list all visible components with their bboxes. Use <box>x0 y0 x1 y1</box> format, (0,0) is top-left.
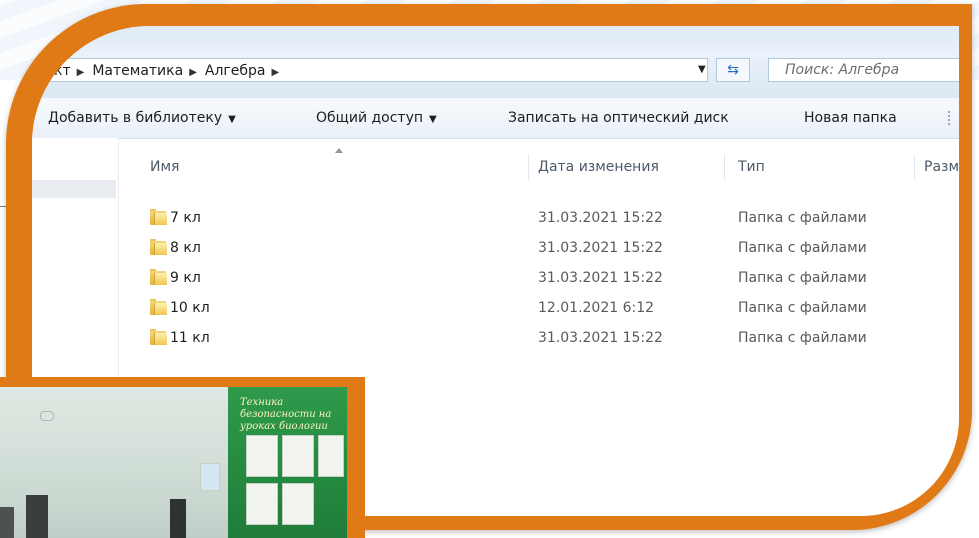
breadcrumb-item-algebra[interactable]: Алгебра <box>205 63 266 79</box>
column-headers: Имя Дата изменения Тип Разм <box>118 138 959 180</box>
poster <box>246 483 278 525</box>
address-bar-area: кт ▶ Математика ▶ Алгебра ▶ ▼ ⇆ Поиск: Алгебр… <box>32 26 959 98</box>
list-item[interactable]: 8 кл 31.03.2021 15:22 Папка с файлами <box>118 236 959 260</box>
search-input[interactable]: Поиск: Алгебра <box>768 58 959 82</box>
poster <box>282 483 314 525</box>
door-left <box>26 495 48 538</box>
burn-disc-button[interactable]: Записать на оптический диск <box>508 109 729 127</box>
file-date: 31.03.2021 15:22 <box>538 210 663 226</box>
new-folder-button[interactable]: Новая папка <box>804 109 897 127</box>
door-right <box>170 499 186 538</box>
poster <box>246 435 278 477</box>
file-type: Папка с файлами <box>738 210 867 226</box>
file-date: 31.03.2021 15:22 <box>538 330 663 346</box>
refresh-icon[interactable]: ⇆ <box>716 58 750 82</box>
classroom-photo: Техника безопасности на уроках биологии <box>0 387 347 538</box>
toolbar-overflow-handle[interactable] <box>948 111 956 125</box>
file-type: Папка с файлами <box>738 300 867 316</box>
file-type: Папка с файлами <box>738 330 867 346</box>
column-header-type[interactable]: Тип <box>738 158 765 176</box>
add-to-library-label: Добавить в библиотеку <box>48 110 223 126</box>
list-item[interactable]: 11 кл 31.03.2021 15:22 Папка с файлами <box>118 326 959 350</box>
folder-icon <box>150 299 167 315</box>
add-to-library-button[interactable]: Добавить в библиотеку ▼ <box>48 109 236 129</box>
folder-icon <box>150 239 167 255</box>
file-date: 31.03.2021 15:22 <box>538 240 663 256</box>
camera-icon <box>40 411 54 421</box>
chevron-down-icon: ▼ <box>429 114 437 125</box>
list-item[interactable]: 7 кл 31.03.2021 15:22 Папка с файлами <box>118 206 959 230</box>
poster <box>282 435 314 477</box>
file-name: 8 кл <box>170 240 201 256</box>
breadcrumb-item-root[interactable]: кт <box>54 63 71 79</box>
file-name: 11 кл <box>170 330 210 346</box>
photo-frame: Техника безопасности на уроках биологии <box>0 377 365 538</box>
dropdown-arrow-icon[interactable]: ▼ <box>698 64 708 76</box>
column-divider[interactable] <box>914 154 915 180</box>
sort-arrow-icon <box>335 148 343 153</box>
file-type: Папка с файлами <box>738 240 867 256</box>
new-folder-label: Новая папка <box>804 110 897 126</box>
file-date: 31.03.2021 15:22 <box>538 270 663 286</box>
column-divider[interactable] <box>528 154 529 180</box>
nav-selected-item[interactable] <box>32 180 116 198</box>
poster <box>200 463 220 491</box>
file-type: Папка с файлами <box>738 270 867 286</box>
chevron-down-icon: ▼ <box>228 114 236 125</box>
photo-shadow <box>0 507 14 538</box>
column-header-date[interactable]: Дата изменения <box>538 158 659 176</box>
file-name: 9 кл <box>170 270 201 286</box>
column-header-size[interactable]: Разм <box>924 158 959 176</box>
breadcrumb-arrow-icon[interactable]: ▶ <box>271 67 279 78</box>
file-name: 7 кл <box>170 210 201 226</box>
toolbar: Добавить в библиотеку ▼ Общий доступ ▼ Зап… <box>32 98 959 139</box>
folder-icon <box>150 329 167 345</box>
folder-icon <box>150 209 167 225</box>
breadcrumb[interactable]: кт ▶ Математика ▶ Алгебра ▶ <box>32 58 708 82</box>
poster <box>318 435 344 477</box>
burn-disc-label: Записать на оптический диск <box>508 110 729 126</box>
file-name: 10 кл <box>170 300 210 316</box>
share-label: Общий доступ <box>316 110 424 126</box>
board-title: Техника безопасности на уроках биологии <box>240 397 332 432</box>
share-button[interactable]: Общий доступ ▼ <box>316 109 437 129</box>
column-divider[interactable] <box>724 154 725 180</box>
breadcrumb-arrow-icon[interactable]: ▶ <box>189 67 197 78</box>
breadcrumb-arrow-icon[interactable]: ▶ <box>77 67 85 78</box>
breadcrumb-item-math[interactable]: Математика <box>92 63 183 79</box>
file-date: 12.01.2021 6:12 <box>538 300 655 316</box>
list-item[interactable]: 9 кл 31.03.2021 15:22 Папка с файлами <box>118 266 959 290</box>
column-header-name[interactable]: Имя <box>150 158 179 176</box>
list-item[interactable]: 10 кл 12.01.2021 6:12 Папка с файлами <box>118 296 959 320</box>
folder-icon <box>150 269 167 285</box>
